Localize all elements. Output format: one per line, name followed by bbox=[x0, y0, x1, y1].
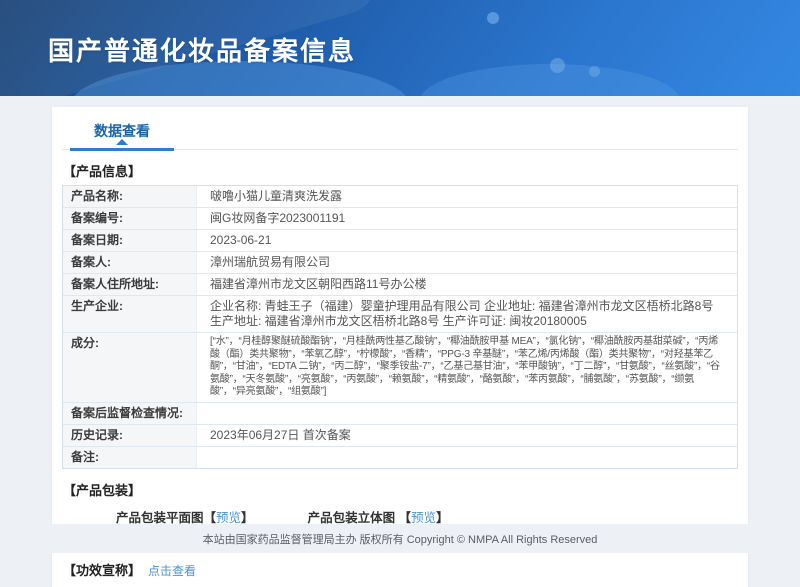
packaging-flat-label: 产品包装平面图 bbox=[116, 510, 204, 525]
row-label: 备案人: bbox=[63, 252, 197, 273]
footer-copyright: 本站由国家药品监督管理局主办 版权所有 Copyright © NMPA All… bbox=[202, 533, 598, 546]
bracket: 】 bbox=[436, 510, 449, 525]
flat-preview-link[interactable]: 预览 bbox=[216, 511, 241, 525]
table-row: 成分: [“水”，“月桂醇聚醚硫酸酯钠”，“月桂酰两性基乙酸钠”，“椰油酰胺甲基… bbox=[63, 333, 737, 403]
table-row: 历史记录: 2023年06月27日 首次备案 bbox=[63, 424, 737, 447]
header-decoration bbox=[487, 12, 499, 24]
packaging-flat-item: 产品包装平面图【预览】 bbox=[116, 507, 254, 526]
packaging-section-title: 【产品包装】 bbox=[63, 482, 142, 498]
row-label: 备注: bbox=[63, 446, 197, 468]
table-row: 备案日期: 2023-06-21 bbox=[63, 230, 737, 252]
efficacy-section-title: 【功效宣称】 bbox=[63, 562, 142, 578]
bracket: 】 bbox=[241, 510, 254, 525]
page-header: 国产普通化妆品备案信息 bbox=[0, 0, 800, 96]
row-label: 备案人住所地址: bbox=[63, 274, 197, 295]
row-value bbox=[197, 447, 737, 468]
row-label: 成分: bbox=[63, 333, 197, 402]
row-value: 漳州瑞航贸易有限公司 bbox=[210, 255, 331, 269]
header-decoration bbox=[550, 58, 565, 73]
product-info-table: 产品名称: 啵噜小猫儿童清爽洗发露 备案编号: 闽G妆网备字2023001191… bbox=[62, 185, 738, 469]
table-row: 生产企业: 企业名称: 青蛙王子（福建）婴童护理用品有限公司 企业地址: 福建省… bbox=[63, 296, 737, 333]
row-label: 备案编号: bbox=[63, 208, 197, 229]
row-value: 2023年06月27日 首次备案 bbox=[210, 427, 351, 442]
row-value: 福建省漳州市龙文区朝阳西路11号办公楼 bbox=[210, 277, 427, 291]
row-label: 备案日期: bbox=[63, 230, 197, 251]
row-label: 生产企业: bbox=[63, 296, 197, 332]
packaging-row: 产品包装平面图【预览】 产品包装立体图 【预览】 bbox=[116, 507, 738, 526]
tab-data-view[interactable]: 数据查看 bbox=[70, 121, 174, 151]
table-row: 备注: bbox=[63, 446, 737, 468]
row-value-ingredients: [“水”，“月桂醇聚醚硫酸酯钠”，“月桂酰两性基乙酸钠”，“椰油酰胺甲基 MEA… bbox=[210, 336, 720, 397]
content-card: 数据查看 【产品信息】 产品名称: 啵噜小猫儿童清爽洗发露 备案编号: 闽G妆网… bbox=[52, 107, 748, 587]
row-value: 2023-06-21 bbox=[210, 233, 272, 247]
table-row: 备案人: 漳州瑞航贸易有限公司 bbox=[63, 252, 737, 274]
table-row: 产品名称: 啵噜小猫儿童清爽洗发露 bbox=[63, 186, 737, 208]
row-value: 企业名称: 青蛙王子（福建）婴童护理用品有限公司 企业地址: 福建省漳州市龙文区… bbox=[210, 299, 714, 328]
row-label: 历史记录: bbox=[63, 424, 197, 446]
table-row: 备案编号: 闽G妆网备字2023001191 bbox=[63, 208, 737, 230]
efficacy-row: 【功效宣称】 点击查看 bbox=[63, 560, 738, 579]
row-value bbox=[197, 403, 737, 424]
footer: 本站由国家药品监督管理局主办 版权所有 Copyright © NMPA All… bbox=[0, 524, 800, 553]
tab-bar: 数据查看 bbox=[62, 107, 738, 151]
page-title: 国产普通化妆品备案信息 bbox=[48, 36, 357, 66]
packaging-stereo-item: 产品包装立体图 【预览】 bbox=[308, 507, 449, 526]
bracket: 【 bbox=[398, 510, 412, 525]
row-label: 备案后监督检查情况: bbox=[63, 402, 197, 424]
stereo-preview-link[interactable]: 预览 bbox=[411, 511, 436, 525]
row-label: 产品名称: bbox=[63, 186, 197, 207]
table-row: 备案后监督检查情况: bbox=[63, 402, 737, 425]
header-decoration bbox=[589, 66, 600, 77]
bracket: 【 bbox=[203, 510, 217, 525]
efficacy-view-link[interactable]: 点击查看 bbox=[148, 564, 196, 578]
table-row: 备案人住所地址: 福建省漳州市龙文区朝阳西路11号办公楼 bbox=[63, 274, 737, 296]
product-info-section-title: 【产品信息】 bbox=[63, 164, 142, 179]
packaging-stereo-label: 产品包装立体图 bbox=[307, 510, 399, 525]
row-value: 啵噜小猫儿童清爽洗发露 bbox=[210, 189, 343, 203]
row-value: 闽G妆网备字2023001191 bbox=[210, 211, 346, 225]
